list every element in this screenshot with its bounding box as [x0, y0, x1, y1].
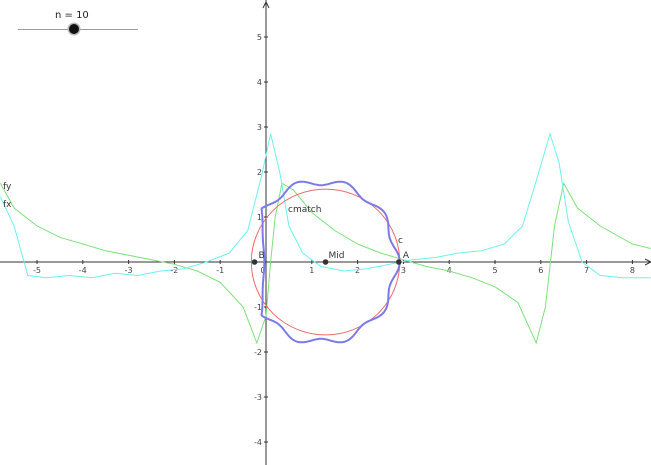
- x-tick-label: 3: [401, 266, 406, 275]
- x-tick-label: 7: [584, 266, 589, 275]
- x-tick-label: 6: [538, 266, 543, 275]
- y-tick-label: -4: [254, 438, 262, 447]
- point-mid-label: Mid: [329, 251, 345, 261]
- point-mid: [322, 259, 329, 265]
- x-tick-label: -4: [79, 266, 87, 275]
- y-tick-label: 4: [257, 78, 262, 87]
- c-label: c: [398, 236, 403, 246]
- y-tick-label: 3: [257, 123, 262, 132]
- y-tick-label: -1: [254, 303, 262, 312]
- x-tick-label: -1: [216, 266, 224, 275]
- x-tick-label: 1: [309, 266, 314, 275]
- points-layer: A B Mid: [251, 251, 410, 265]
- point-b-label: B: [259, 251, 265, 261]
- x-tick-label: -5: [33, 266, 41, 275]
- y-tick-label: -3: [254, 393, 262, 402]
- slider-label: n = 10: [55, 10, 89, 21]
- y-tick-label: -2: [254, 348, 262, 357]
- point-a: [396, 259, 402, 265]
- curves-layer: fy fx cmatch c: [0, 132, 651, 345]
- fx-label: fx: [3, 200, 12, 210]
- graphics-view[interactable]: -5 -4 -3 -2 -1 0 1 2 3 4 5 6 7 854321-1-2-3-4 fyfx cma…: [0, 0, 651, 465]
- cmatch-label: cmatch: [288, 205, 321, 215]
- slider-knob[interactable]: [69, 24, 79, 34]
- point-b: [251, 259, 258, 265]
- x-tick-label: -2: [170, 266, 178, 275]
- fy-label: fy: [3, 182, 12, 192]
- point-a-label: A: [403, 251, 410, 261]
- y-tick-label: 5: [257, 33, 262, 42]
- x-tick-label: 5: [492, 266, 497, 275]
- x-tick-label: -3: [125, 266, 133, 275]
- x-tick-label: 8: [630, 266, 635, 275]
- x-tick-label: 2: [355, 266, 360, 275]
- fx-curve: [0, 132, 651, 279]
